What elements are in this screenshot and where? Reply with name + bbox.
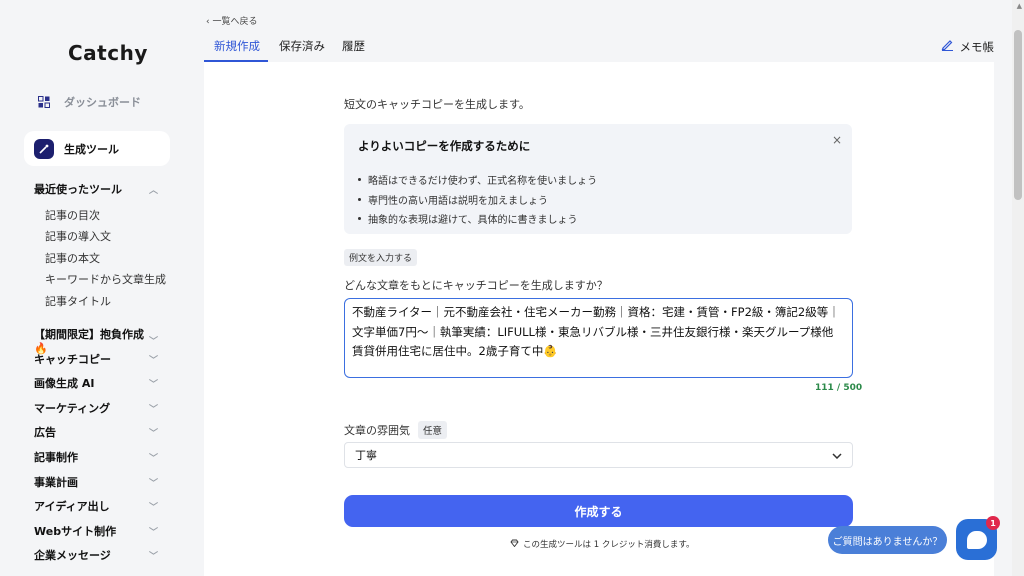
recent-item[interactable]: キーワードから文章生成	[45, 271, 166, 287]
sidebar: Catchy ダッシュボード 生成ツール 最近使ったツール ︿ 記事の目次 記事…	[0, 0, 185, 576]
chevron-down-icon: ﹀	[148, 379, 158, 390]
credit-note: この生成ツールは 1 クレジット消費します。	[510, 538, 694, 550]
scroll-up-icon[interactable]: ▲	[1017, 2, 1022, 10]
optional-badge: 任意	[418, 421, 448, 439]
tip-text: 略語はできるだけ使わず、正式名称を使いましょう	[368, 176, 598, 188]
recent-item[interactable]: 記事タイトル	[45, 293, 111, 309]
section-label: アイディア出し	[34, 500, 110, 513]
tips-list: 略語はできるだけ使わず、正式名称を使いましょう 専門性の高い用語は説明を加えまし…	[358, 170, 597, 229]
tip-text: 抽象的な表現は避けて、具体的に書きましょう	[368, 215, 578, 227]
app-logo[interactable]: Catchy	[68, 41, 148, 65]
memo-button[interactable]: メモ帳	[941, 38, 995, 55]
example-button[interactable]: 例文を入力する	[344, 249, 418, 266]
chevron-down-icon: ﹀	[148, 478, 158, 489]
tips-box: よりよいコピーを作成するために × 略語はできるだけ使わず、正式名称を使いましょ…	[344, 124, 852, 234]
dashboard-icon	[36, 94, 52, 110]
bullet-icon	[358, 217, 361, 221]
chevron-down-icon: ﹀	[148, 502, 158, 513]
sidebar-item-dashboard[interactable]: ダッシュボード	[36, 94, 141, 110]
chat-icon	[966, 530, 987, 549]
wand-icon	[34, 138, 54, 159]
char-counter: 111 / 500	[815, 383, 863, 393]
chevron-down-icon: ﹀	[148, 404, 158, 415]
chat-unread-badge: 1	[986, 516, 1000, 530]
chevron-down-icon: ﹀	[148, 428, 158, 439]
sidebar-item-label: ダッシュボード	[64, 96, 141, 109]
memo-label: メモ帳	[959, 39, 995, 54]
sidebar-section[interactable]: 企業メッセージ ﹀	[34, 547, 158, 563]
chevron-down-icon: ﹀	[148, 355, 158, 366]
chevron-down-icon: ﹀	[148, 337, 158, 347]
section-label: 画像生成 AI	[34, 377, 95, 390]
list-item: 略語はできるだけ使わず、正式名称を使いましょう	[358, 170, 597, 190]
create-button[interactable]: 作成する	[344, 495, 853, 527]
chevron-up-icon: ︿	[148, 185, 158, 196]
tool-description: 短文のキャッチコピーを生成します。	[344, 98, 530, 111]
recent-item[interactable]: 記事の目次	[45, 207, 100, 223]
sidebar-section[interactable]: マーケティング ﹀	[34, 400, 158, 416]
chevron-down-icon: ﹀	[148, 551, 158, 562]
section-label: 事業計画	[34, 476, 78, 489]
tip-text: 専門性の高い用語は説明を加えましょう	[368, 195, 548, 207]
main-area: ‹ 一覧へ戻る 新規作成 保存済み 履歴 メモ帳 短文のキャッチコピーを生成しま…	[204, 0, 994, 576]
chevron-down-icon: ﹀	[148, 453, 158, 464]
mood-select-value: 丁寧	[355, 449, 377, 462]
section-label: 広告	[34, 426, 56, 439]
back-link[interactable]: ‹ 一覧へ戻る	[206, 14, 257, 27]
page-scrollbar[interactable]: ▲	[1012, 0, 1024, 576]
tab-new[interactable]: 新規作成	[214, 38, 260, 62]
sidebar-section[interactable]: 事業計画 ﹀	[34, 474, 158, 490]
close-icon[interactable]: ×	[832, 133, 842, 147]
section-label: 最近使ったツール	[34, 183, 122, 196]
sidebar-item-tools[interactable]: 生成ツール	[24, 131, 170, 166]
scroll-thumb[interactable]	[1014, 30, 1022, 200]
recent-item[interactable]: 記事の本文	[45, 250, 100, 266]
list-item: 専門性の高い用語は説明を加えましょう	[358, 190, 597, 210]
gem-icon	[510, 539, 519, 550]
chevron-down-icon	[832, 449, 842, 462]
sidebar-section[interactable]: 画像生成 AI ﹀	[34, 375, 158, 391]
sidebar-section-recent[interactable]: 最近使ったツール ︿	[34, 181, 158, 197]
section-label: 記事制作	[34, 451, 78, 464]
mood-select[interactable]: 丁寧	[344, 442, 853, 468]
section-label: マーケティング	[34, 402, 111, 415]
section-label: キャッチコピー	[34, 353, 111, 366]
form-panel: 短文のキャッチコピーを生成します。 よりよいコピーを作成するために × 略語はで…	[204, 62, 994, 576]
tips-title: よりよいコピーを作成するために	[358, 139, 531, 153]
mood-label: 文章の雰囲気 任意	[344, 421, 448, 439]
section-label: 企業メッセージ	[34, 549, 111, 562]
sidebar-section[interactable]: 広告 ﹀	[34, 424, 158, 440]
bullet-icon	[358, 197, 361, 201]
mood-label-text: 文章の雰囲気	[344, 424, 410, 437]
tab-history[interactable]: 履歴	[342, 38, 365, 62]
tab-saved[interactable]: 保存済み	[279, 38, 325, 62]
bullet-icon	[358, 178, 361, 182]
pencil-icon	[941, 38, 954, 55]
input-label: どんな文章をもとにキャッチコピーを生成しますか？	[344, 279, 608, 292]
sidebar-section[interactable]: キャッチコピー ﹀	[34, 351, 158, 367]
recent-item[interactable]: 記事の導入文	[45, 228, 111, 244]
chat-prompt-bubble[interactable]: ご質問はありませんか？	[828, 526, 947, 554]
section-label: Webサイト制作	[34, 525, 117, 538]
sidebar-section[interactable]: 記事制作 ﹀	[34, 449, 158, 465]
chevron-down-icon: ﹀	[148, 527, 158, 538]
sidebar-section[interactable]: アイディア出し ﹀	[34, 498, 158, 514]
source-text-input[interactable]: 不動産ライター｜元不動産会社・住宅メーカー勤務｜資格：宅建・賃管・FP2級・簿記…	[344, 298, 853, 378]
credit-note-text: この生成ツールは 1 クレジット消費します。	[523, 540, 695, 550]
tab-bar: 新規作成 保存済み 履歴	[204, 38, 994, 62]
sidebar-section[interactable]: Webサイト制作 ﹀	[34, 523, 158, 539]
sidebar-item-label: 生成ツール	[64, 142, 119, 156]
list-item: 抽象的な表現は避けて、具体的に書きましょう	[358, 209, 597, 229]
